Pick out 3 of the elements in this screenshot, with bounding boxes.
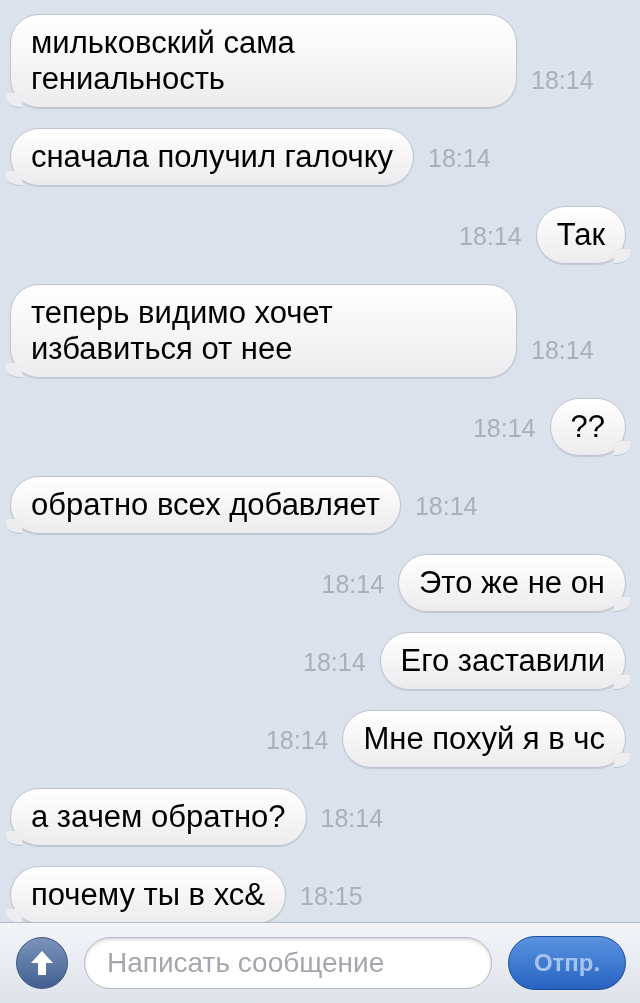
- up-arrow-icon: [30, 950, 54, 976]
- upload-button[interactable]: [16, 937, 68, 989]
- message-field[interactable]: Написать сообщение: [84, 937, 492, 989]
